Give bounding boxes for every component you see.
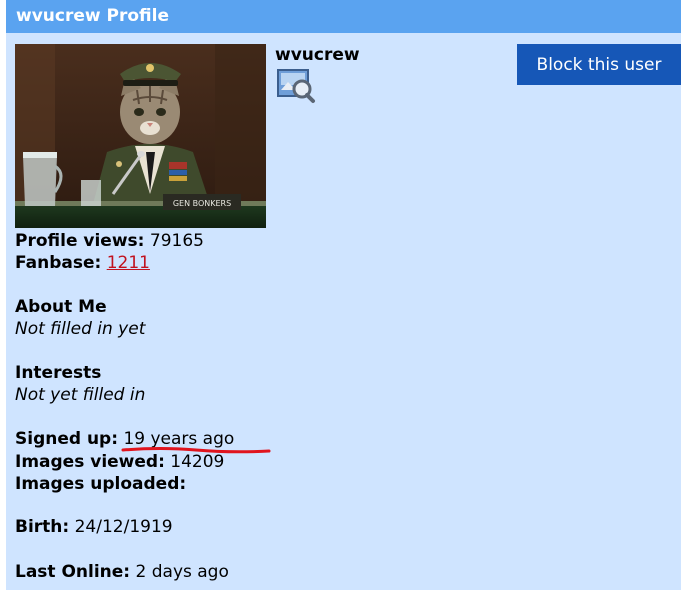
profile-title-bar: wvucrew Profile	[6, 0, 681, 33]
birth-row: Birth: 24/12/1919	[15, 516, 173, 538]
images-viewed-label: Images viewed:	[15, 452, 165, 472]
images-uploaded-label: Images uploaded:	[15, 474, 187, 494]
avatar-plaque-text: GEN BONKERS	[173, 199, 231, 208]
gallery-icon-graphic	[277, 69, 315, 103]
last-online-value: 2 days ago	[135, 562, 229, 582]
images-uploaded-row: Images uploaded:	[15, 473, 186, 495]
about-me-text: Not filled in yet	[15, 319, 146, 339]
signed-up-label: Signed up:	[15, 429, 119, 449]
last-online-label: Last Online:	[15, 562, 131, 582]
about-me-section: About Me	[15, 296, 107, 318]
profile-avatar: GEN BONKERS	[15, 44, 266, 228]
images-viewed-value: 14209	[170, 452, 225, 472]
profile-panel: wvucrew Profile GEN BONKERS wvucrew Bloc…	[6, 0, 681, 590]
about-me-heading: About Me	[15, 297, 107, 317]
birth-value: 24/12/1919	[74, 517, 173, 537]
images-viewed-row: Images viewed: 14209	[15, 451, 224, 473]
profile-username: wvucrew	[275, 45, 360, 65]
interests-section: Interests	[15, 362, 101, 384]
profile-views-value: 79165	[149, 231, 204, 251]
last-online-row: Last Online: 2 days ago	[15, 561, 229, 583]
profile-title: wvucrew Profile	[16, 6, 169, 26]
profile-views-row: Profile views: 79165	[15, 230, 204, 252]
fanbase-label: Fanbase:	[15, 253, 102, 273]
interests-heading: Interests	[15, 363, 102, 383]
profile-views-label: Profile views:	[15, 231, 145, 251]
fanbase-row: Fanbase: 1211	[15, 252, 150, 274]
block-user-button[interactable]: Block this user	[517, 44, 681, 85]
interests-text: Not yet filled in	[15, 385, 146, 405]
fanbase-link[interactable]: 1211	[107, 253, 150, 273]
avatar-image: GEN BONKERS	[15, 44, 266, 228]
birth-label: Birth:	[15, 517, 70, 537]
image-gallery-magnifier-icon[interactable]	[276, 68, 316, 104]
